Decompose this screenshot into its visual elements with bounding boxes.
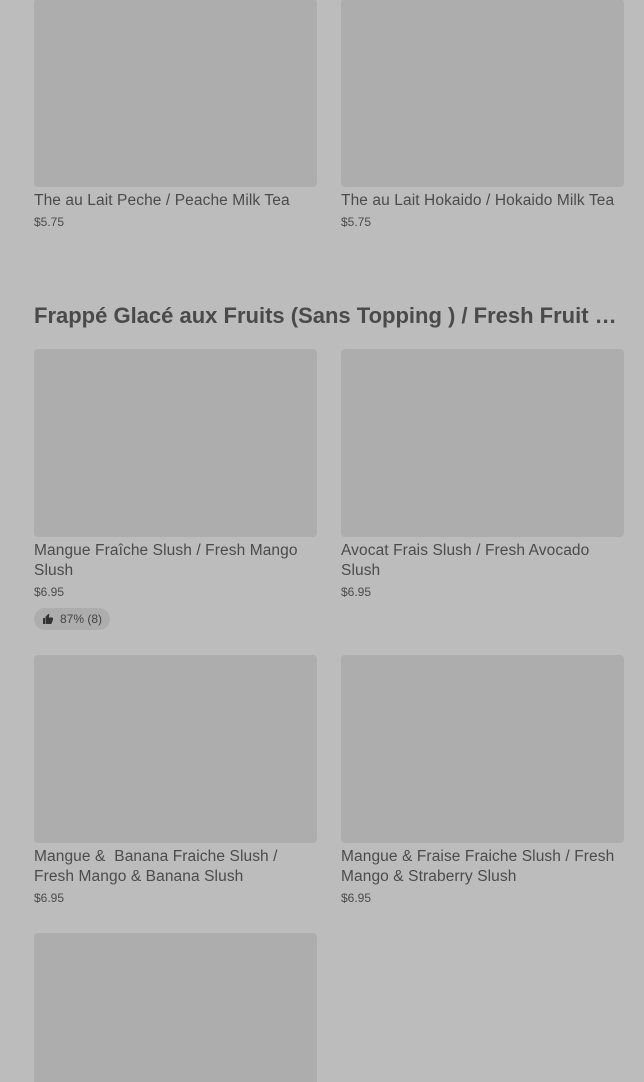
product-image[interactable] (341, 0, 624, 187)
product-image[interactable] (341, 349, 624, 537)
product-price: $5.75 (341, 215, 372, 229)
product-image[interactable] (34, 655, 317, 843)
product-price: $5.75 (34, 215, 65, 229)
product-card-mango-slush[interactable]: Mangue Fraîche Slush / Fresh Mango Slush… (34, 349, 317, 630)
thumbs-up-icon (43, 613, 53, 624)
product-price: $6.95 (34, 585, 65, 599)
rating-text: 87% (8) (60, 612, 103, 626)
product-image[interactable] (34, 933, 317, 1082)
section-title: Frappé Glacé aux Fruits (Sans Topping ) … (34, 303, 624, 328)
product-price: $6.95 (34, 891, 65, 905)
product-name: The au Lait Peche / Peache Milk Tea (34, 192, 290, 209)
product-name: Mangue & Banana Fraiche Slush / Fresh Ma… (34, 848, 283, 885)
product-image[interactable] (341, 655, 624, 843)
product-name: The au Lait Hokaido / Hokaido Milk Tea (341, 192, 615, 209)
product-card-mango-banana-slush[interactable]: Mangue & Banana Fraiche Slush / Fresh Ma… (34, 655, 317, 906)
product-card-hokaido-milk-tea[interactable]: The au Lait Hokaido / Hokaido Milk Tea $… (341, 0, 624, 230)
rating-badge: 87% (8) (34, 608, 111, 630)
product-image[interactable] (34, 0, 317, 187)
product-name: Mangue Fraîche Slush / Fresh Mango Slush (34, 542, 298, 579)
product-card-avocado-slush[interactable]: Avocat Frais Slush / Fresh Avocado Slush… (341, 349, 624, 600)
product-card-peach-milk-tea[interactable]: The au Lait Peche / Peache Milk Tea $5.7… (34, 0, 317, 230)
product-card-mango-strawberry-slush[interactable]: Mangue & Fraise Fraiche Slush / Fresh Ma… (341, 655, 624, 906)
product-card-partial[interactable] (34, 933, 317, 1082)
product-name: Mangue & Fraise Fraiche Slush / Fresh Ma… (341, 848, 615, 885)
product-name: Avocat Frais Slush / Fresh Avocado Slush (341, 542, 590, 579)
product-price: $6.95 (341, 585, 372, 599)
product-price: $6.95 (341, 891, 372, 905)
menu-page: The au Lait Peche / Peache Milk Tea $5.7… (0, 0, 644, 1082)
product-image[interactable] (34, 349, 317, 537)
